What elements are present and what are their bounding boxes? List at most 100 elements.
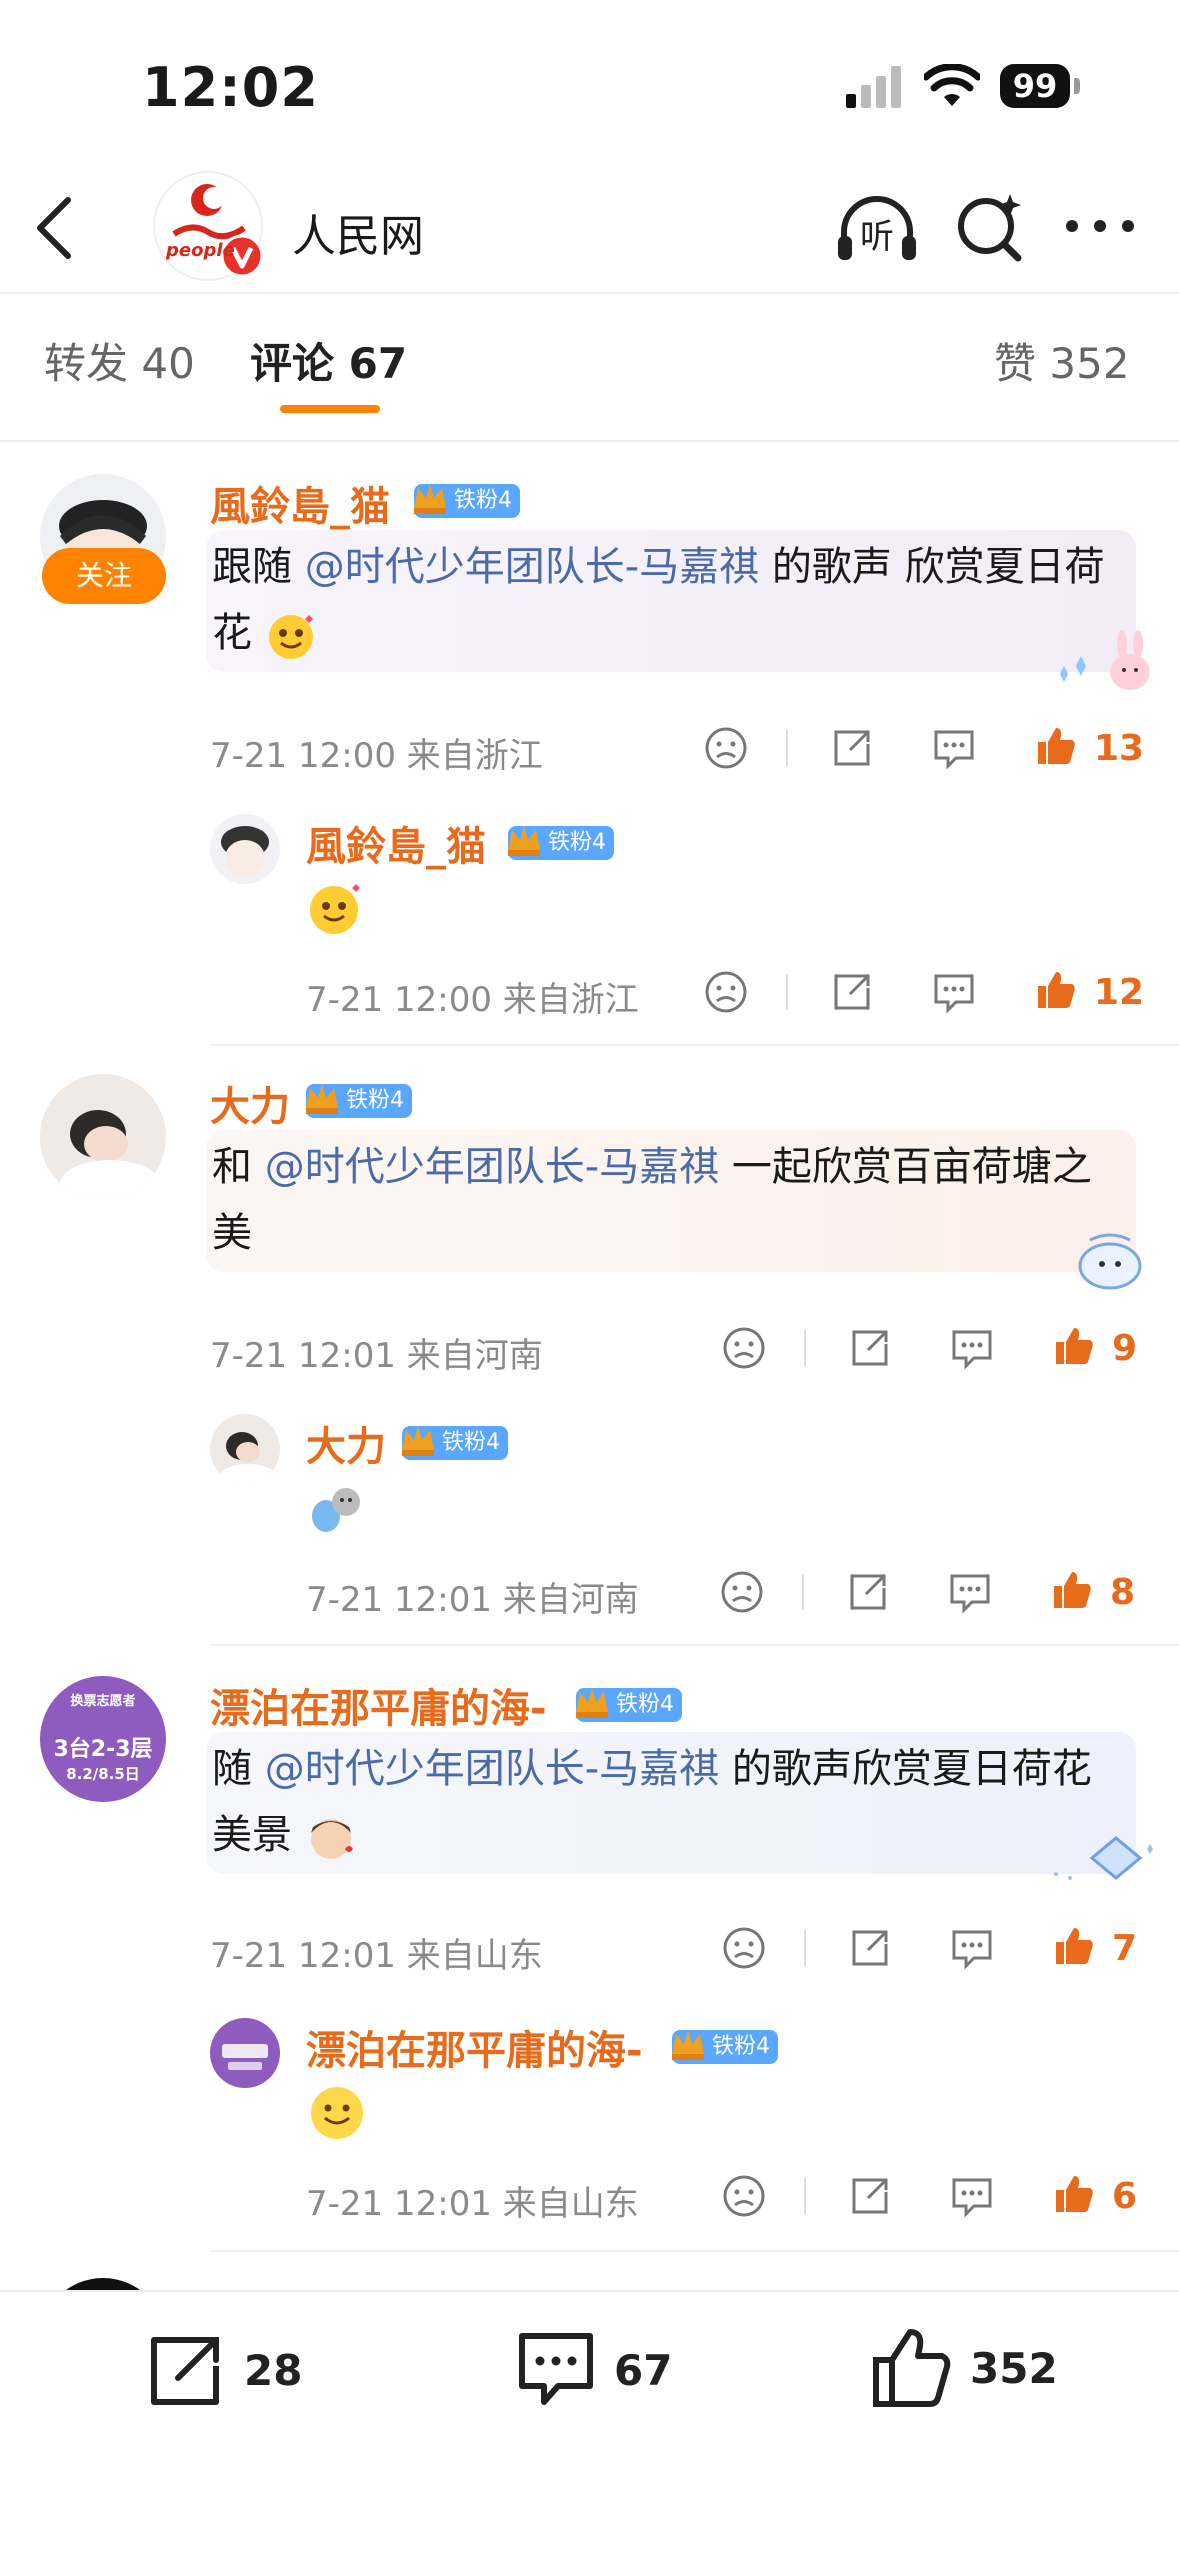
- reply-avatar[interactable]: [210, 1414, 280, 1484]
- repost-count: 28: [244, 2345, 303, 2395]
- avatar-text: 换票志愿者: [70, 1694, 136, 1709]
- action-separator: [786, 974, 788, 1010]
- comment-count: 67: [614, 2345, 673, 2395]
- comment-text: 随 @时代少年团队长-马嘉祺 的歌声欣赏夏日荷花美景: [206, 1732, 1136, 1874]
- love-emoji-icon: [268, 615, 313, 659]
- reply-username[interactable]: 風鈴島_猫: [306, 814, 486, 872]
- tab-label: 评论: [250, 339, 335, 388]
- comment-text: 跟随 @时代少年团队长-马嘉祺 的歌声 欣赏夏日荷花: [206, 530, 1136, 672]
- share-icon[interactable]: [830, 726, 874, 770]
- comment-username[interactable]: 漂泊在那平庸的海-: [210, 1676, 547, 1734]
- comment-text: 和 @时代少年团队长-马嘉祺 一起欣赏百亩荷塘之美: [206, 1130, 1136, 1272]
- share-icon[interactable]: [830, 970, 874, 1014]
- like-icon[interactable]: [1052, 1924, 1096, 1968]
- account-avatar[interactable]: people: [152, 170, 264, 282]
- reply-meta: 7-21 12:01 来自河南: [306, 1580, 639, 1620]
- text-part: 跟随: [212, 544, 305, 590]
- logo-subtext: people: [166, 240, 235, 261]
- commenter-avatar[interactable]: 换票志愿者 3台2-3层 8.2/8.5日: [40, 1676, 166, 1802]
- share-icon[interactable]: [848, 1326, 892, 1370]
- dislike-icon[interactable]: [722, 1926, 766, 1970]
- dislike-icon[interactable]: [722, 2174, 766, 2218]
- diamond-sticker-icon: [1054, 1836, 1153, 1880]
- battery-tip: [1074, 78, 1080, 94]
- dislike-icon[interactable]: [722, 1326, 766, 1370]
- cat-fish-emoji-icon: [312, 1488, 360, 1532]
- reply-meta: 7-21 12:00 来自浙江: [306, 980, 639, 1020]
- mention-link[interactable]: @时代少年团队长-马嘉祺: [305, 544, 759, 590]
- wifi-icon: [924, 64, 980, 106]
- dislike-icon[interactable]: [704, 970, 748, 1014]
- comment-divider: [210, 2250, 1179, 2252]
- bottom-comment-button[interactable]: 67: [514, 2330, 672, 2410]
- tab-count: 67: [348, 339, 408, 388]
- listen-icon[interactable]: 听: [836, 196, 918, 262]
- like-icon[interactable]: [1052, 1324, 1096, 1368]
- bottom-repost-button[interactable]: 28: [146, 2330, 302, 2410]
- tab-active-indicator: [280, 405, 380, 413]
- more-icon[interactable]: [1064, 218, 1136, 234]
- photo-avatar-icon: [220, 1432, 276, 1484]
- share-icon[interactable]: [848, 2174, 892, 2218]
- like-count: 8: [1110, 1572, 1136, 1613]
- dislike-icon[interactable]: [720, 1570, 764, 1614]
- reply-avatar[interactable]: [210, 814, 280, 884]
- action-separator: [804, 1330, 806, 1366]
- like-total-count: 352: [970, 2343, 1058, 2393]
- avatar-text: 3台2-3层: [53, 1737, 153, 1762]
- comment-username[interactable]: 大力: [210, 1074, 290, 1132]
- mention-link[interactable]: @时代少年团队长-马嘉祺: [265, 1746, 719, 1792]
- reply-avatar[interactable]: [210, 2018, 280, 2088]
- reply-icon[interactable]: [950, 1328, 994, 1370]
- shy-face-emoji-icon: [310, 1819, 353, 1859]
- character-sticker-icon: [1078, 1233, 1142, 1290]
- tab-likes[interactable]: 赞 352: [994, 330, 1130, 391]
- reply-username[interactable]: 漂泊在那平庸的海-: [306, 2018, 643, 2076]
- comment-divider: [210, 1644, 1179, 1646]
- reply-icon[interactable]: [932, 728, 976, 770]
- account-name[interactable]: 人民网: [292, 200, 424, 264]
- follow-button[interactable]: 关注: [42, 548, 166, 604]
- reply-icon[interactable]: [950, 1928, 994, 1970]
- comment-icon: [519, 2333, 593, 2405]
- mention-link[interactable]: @时代少年团队长-马嘉祺: [265, 1144, 719, 1190]
- like-icon[interactable]: [1034, 724, 1078, 768]
- crown-icon: [414, 484, 446, 514]
- commenter-avatar[interactable]: [40, 1074, 166, 1200]
- like-count: 7: [1112, 1928, 1138, 1969]
- comment-meta: 7-21 12:01 来自山东: [210, 1936, 543, 1976]
- people-daily-logo-icon: [153, 171, 264, 281]
- svg-text:听: 听: [860, 217, 894, 257]
- anime-avatar-icon: [221, 826, 269, 876]
- action-separator: [804, 2178, 806, 2214]
- avatar-text: 8.2/8.5日: [66, 1765, 140, 1783]
- like-count: 12: [1094, 972, 1145, 1013]
- comment-divider: [210, 1044, 1179, 1046]
- like-icon[interactable]: [1050, 1568, 1094, 1612]
- battery-indicator: 99: [1000, 64, 1070, 108]
- badge-avatar-icon: [222, 2044, 268, 2070]
- tab-reposts[interactable]: 转发 40: [44, 330, 195, 391]
- text-part: 随: [212, 1746, 265, 1792]
- back-icon[interactable]: [30, 196, 80, 260]
- like-count: 13: [1094, 728, 1145, 769]
- like-icon[interactable]: [1052, 2172, 1096, 2216]
- tab-count: 352: [1049, 339, 1130, 388]
- reply-icon[interactable]: [950, 2176, 994, 2218]
- reply-meta: 7-21 12:01 来自山东: [306, 2184, 639, 2224]
- dislike-icon[interactable]: [704, 726, 748, 770]
- reply-icon[interactable]: [948, 1572, 992, 1614]
- bottom-like-button[interactable]: 352: [870, 2326, 1058, 2410]
- share-icon[interactable]: [848, 1926, 892, 1970]
- smile-emoji-icon: [311, 2087, 363, 2139]
- repost-icon: [151, 2337, 219, 2405]
- share-icon[interactable]: [846, 1570, 890, 1614]
- comment-username[interactable]: 風鈴島_猫: [210, 474, 390, 532]
- tab-comments[interactable]: 评论 67: [250, 330, 407, 391]
- crown-icon: [508, 826, 540, 856]
- like-icon[interactable]: [1034, 968, 1078, 1012]
- text-part: 和: [212, 1144, 265, 1190]
- reply-icon[interactable]: [932, 972, 976, 1014]
- reply-username[interactable]: 大力: [306, 1414, 386, 1472]
- search-icon[interactable]: [954, 190, 1024, 262]
